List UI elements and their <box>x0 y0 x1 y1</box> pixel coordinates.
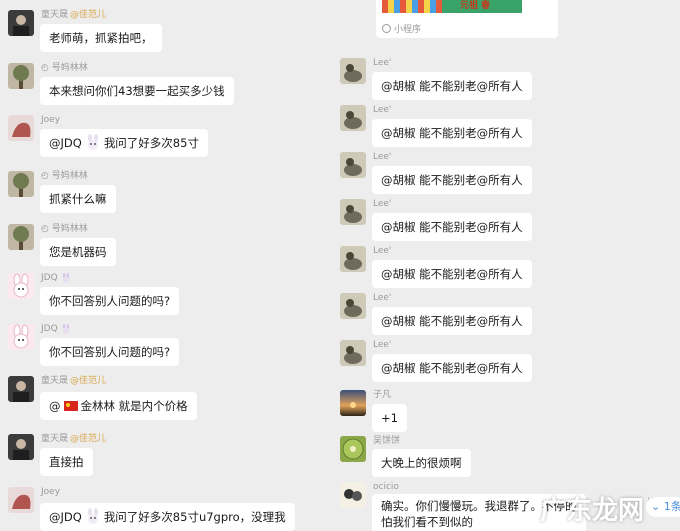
sender-name: 子凡 <box>373 390 392 400</box>
avatar[interactable] <box>340 390 366 416</box>
message-bubble[interactable]: @胡椒 能不能别老@所有人 <box>372 354 532 382</box>
message-bubble[interactable]: @胡椒 能不能别老@所有人 <box>372 307 532 335</box>
sender-name: Lee' <box>373 199 392 209</box>
sender-name: Lee' <box>373 340 392 350</box>
mini-program-icon <box>382 24 391 33</box>
message-bubble[interactable]: 大晚上的很烦啊 <box>372 449 471 477</box>
avatar[interactable] <box>8 487 34 513</box>
message-bubble[interactable]: 您是机器码 <box>40 238 116 266</box>
sender-name: JDQ <box>41 324 71 335</box>
avatar[interactable] <box>8 10 34 36</box>
new-message-count-badge[interactable]: ⌄ 1条 <box>646 497 680 517</box>
sender-name: ◴ 号妈林林 <box>41 224 88 234</box>
chat-column-right: 元祖 春 小程序 Lee' @胡椒 能不能别老@所有人 Lee' @胡椒 能不能… <box>336 0 680 531</box>
sender-name: Lee' <box>373 293 392 303</box>
chat-column-left: 童天晟 @佳范儿 老师萌，抓紧拍吧， ◴ 号妈林林 本来想问你们43想要一起买多少… <box>0 0 336 531</box>
mini-program-banner: 元祖 春 <box>382 0 522 13</box>
flag-icon <box>63 401 78 411</box>
bunny-emoji-icon <box>85 506 101 524</box>
mention[interactable]: @JDQ <box>49 136 82 150</box>
sender-name: 童天晟 @佳范儿 <box>41 10 107 20</box>
bunny-emoji-icon <box>61 273 71 283</box>
mention[interactable]: @JDQ <box>49 510 82 524</box>
sender-name: JDQ <box>41 273 71 284</box>
message-bubble[interactable]: 你不回答别人问题的吗? <box>40 287 180 315</box>
message-bubble[interactable]: 抓紧什么嘛 <box>40 185 116 213</box>
avatar[interactable] <box>8 115 34 141</box>
avatar[interactable] <box>8 273 34 299</box>
bunny-emoji-icon <box>85 132 101 150</box>
message-bubble[interactable]: @胡椒 能不能别老@所有人 <box>372 213 532 241</box>
message-bubble[interactable]: @胡椒 能不能别老@所有人 <box>372 119 532 147</box>
message-bubble[interactable]: 你不回答别人问题的吗? <box>40 338 180 366</box>
sender-name: 童天晟 @佳范儿 <box>41 376 107 386</box>
sender-name: Lee' <box>373 105 392 115</box>
avatar[interactable] <box>8 224 34 250</box>
message-bubble[interactable]: @JDQ 我问了好多次85寸 <box>40 129 208 157</box>
sender-name: Joey <box>41 487 61 497</box>
message-bubble[interactable]: 本来想问你们43想要一起买多少钱 <box>40 77 234 105</box>
avatar[interactable] <box>8 171 34 197</box>
message-bubble[interactable]: 老师萌，抓紧拍吧， <box>40 24 162 52</box>
avatar[interactable] <box>340 293 366 319</box>
mini-program-title: 元祖 春 <box>460 1 491 11</box>
message-bubble[interactable]: @ 金林林 就是内个价格 <box>40 392 197 420</box>
sender-name: Joey <box>41 115 61 125</box>
sender-name: 童天晟 @佳范儿 <box>41 434 107 444</box>
avatar[interactable] <box>340 58 366 84</box>
bunny-emoji-icon <box>61 324 71 334</box>
message-bubble[interactable]: @胡椒 能不能别老@所有人 <box>372 260 532 288</box>
avatar[interactable] <box>8 324 34 350</box>
sender-name: ◴ 号妈林林 <box>41 63 88 73</box>
mini-program-footer: 小程序 <box>382 22 421 35</box>
sender-name: ocicio <box>373 482 399 492</box>
avatar[interactable] <box>340 482 366 508</box>
mention[interactable]: @ <box>49 399 61 413</box>
message-bubble[interactable]: +1 <box>372 404 407 432</box>
avatar[interactable] <box>8 434 34 460</box>
avatar[interactable] <box>340 199 366 225</box>
avatar[interactable] <box>8 376 34 402</box>
sender-name: ◴ 号妈林林 <box>41 171 88 181</box>
avatar[interactable] <box>8 63 34 89</box>
avatar[interactable] <box>340 340 366 366</box>
message-bubble[interactable]: @胡椒 能不能别老@所有人 <box>372 166 532 194</box>
avatar[interactable] <box>340 436 366 462</box>
message-bubble[interactable]: @胡椒 能不能别老@所有人 <box>372 72 532 100</box>
message-bubble[interactable]: @JDQ 我问了好多次85寸u7gpro，没理我 <box>40 503 295 531</box>
message-bubble[interactable]: 直接拍 <box>40 448 93 476</box>
sender-name: Lee' <box>373 58 392 68</box>
avatar[interactable] <box>340 105 366 131</box>
sender-name: Lee' <box>373 246 392 256</box>
chevron-down-icon: ⌄ <box>651 500 661 513</box>
watermark: 广东龙网 <box>539 496 644 526</box>
avatar[interactable] <box>340 152 366 178</box>
avatar[interactable] <box>340 246 366 272</box>
mini-program-card[interactable]: 元祖 春 小程序 <box>376 0 558 38</box>
sender-name: Lee' <box>373 152 392 162</box>
sender-name: 吴饼饼 <box>373 436 401 446</box>
